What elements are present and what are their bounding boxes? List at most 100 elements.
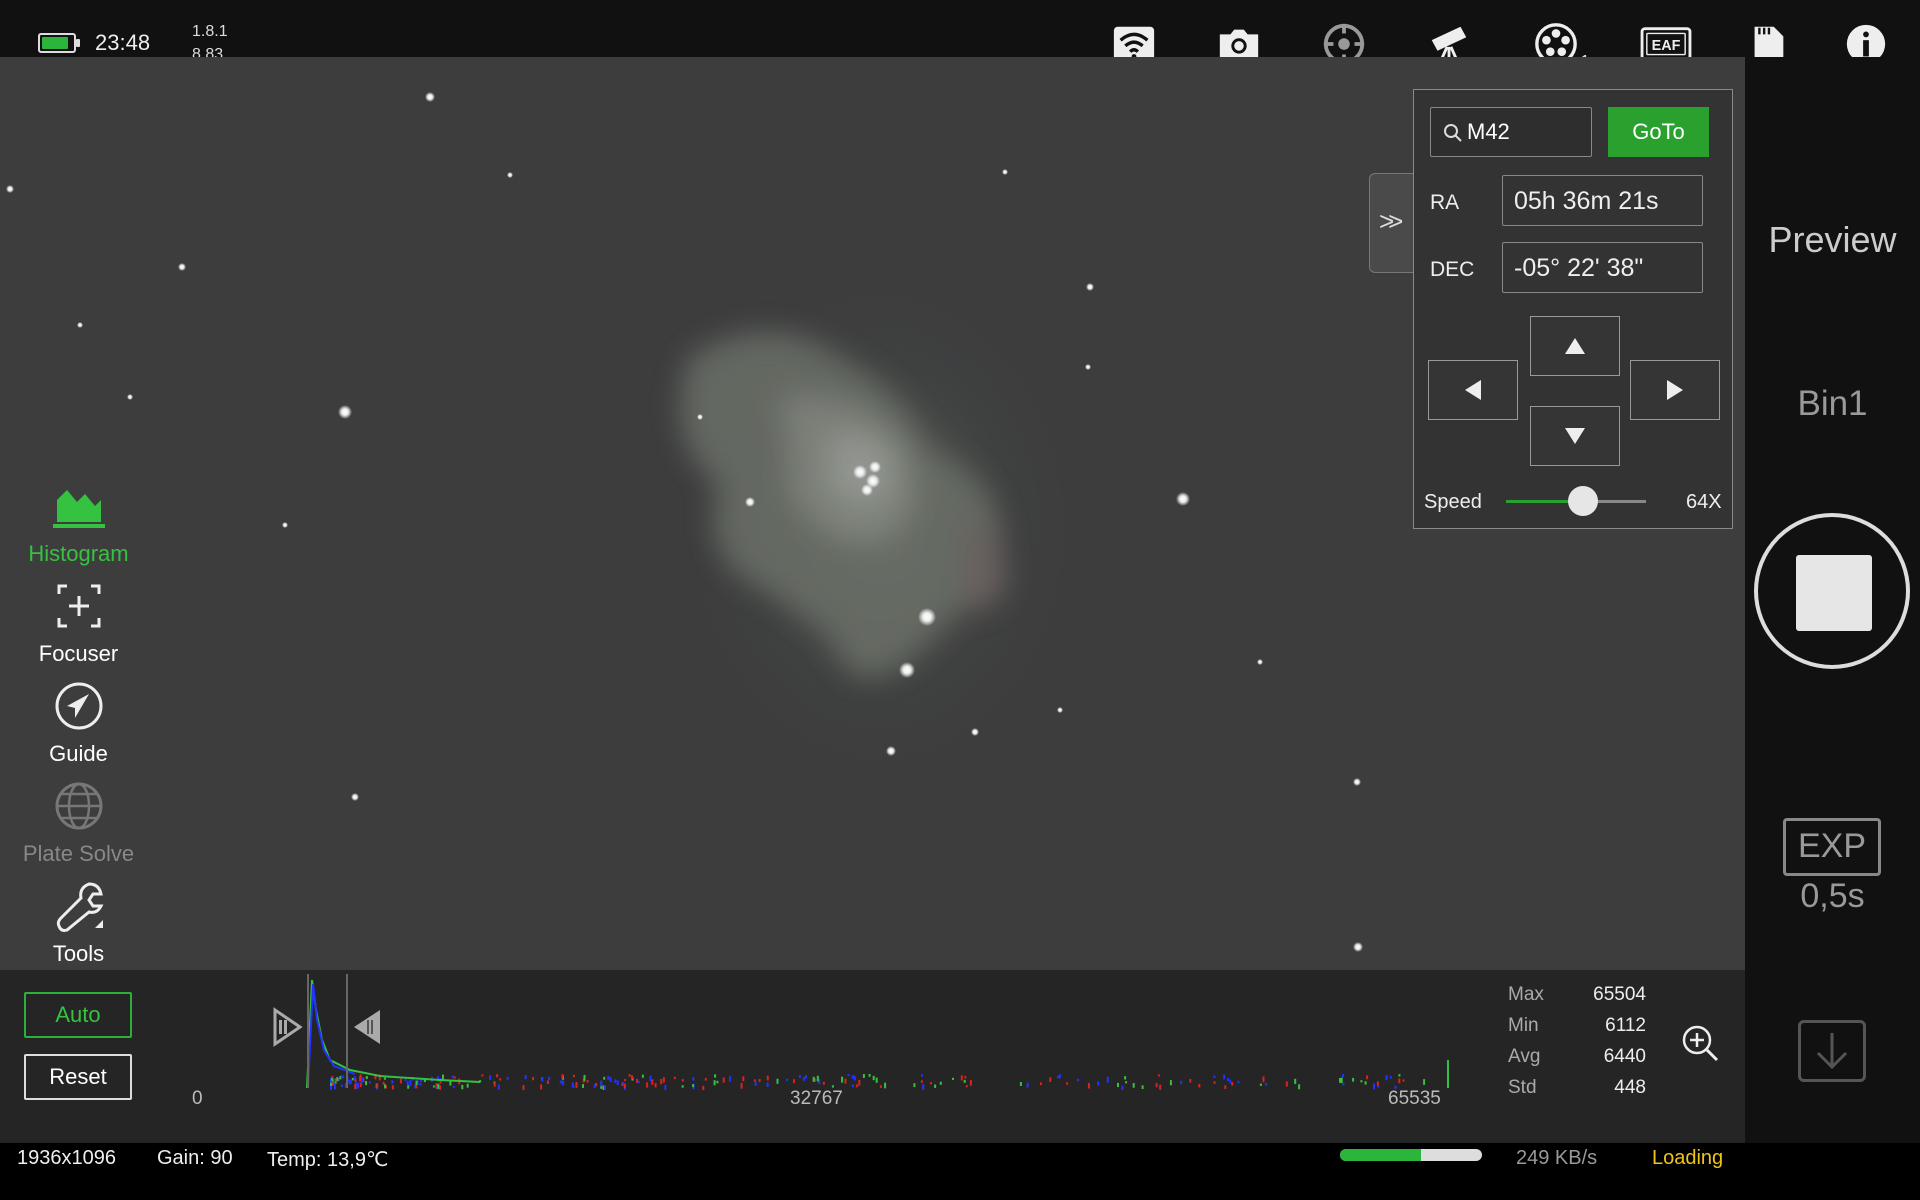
histogram-icon	[52, 490, 105, 528]
histogram-bin	[1026, 1082, 1029, 1088]
histogram-bin	[1057, 1075, 1060, 1079]
histogram-bin	[766, 1075, 769, 1081]
histogram-bin	[713, 1080, 716, 1086]
histogram-bin	[1237, 1080, 1240, 1084]
histogram-bin	[692, 1077, 695, 1081]
histogram-bin	[365, 1081, 368, 1086]
histogram-bin	[616, 1080, 619, 1086]
histogram-bin	[548, 1076, 551, 1081]
histogram-bin	[754, 1081, 757, 1086]
star	[1353, 778, 1361, 786]
dec-field[interactable]: -05° 22' 38"	[1502, 242, 1703, 293]
goto-button[interactable]: GoTo	[1608, 107, 1709, 157]
histogram-bin	[439, 1085, 442, 1090]
histogram-bin	[805, 1075, 807, 1079]
star	[1057, 707, 1063, 713]
hist-axis-mid: 32767	[790, 1088, 843, 1109]
histogram-bin	[939, 1081, 942, 1085]
histogram-bin	[333, 1083, 336, 1090]
histogram-bin	[354, 1084, 357, 1090]
star	[1086, 283, 1094, 291]
histogram-bin	[1398, 1074, 1401, 1077]
speed-slider-handle[interactable]	[1568, 486, 1598, 516]
histogram-bin	[409, 1080, 412, 1087]
speed-label: Speed	[1424, 491, 1482, 513]
histogram-bin	[851, 1074, 854, 1079]
speed-slider[interactable]	[1506, 486, 1646, 516]
star	[861, 484, 873, 496]
menu-histogram[interactable]: Histogram	[0, 478, 157, 567]
wrench-icon	[56, 882, 103, 932]
target-search-input[interactable]	[1467, 116, 1587, 148]
histogram-bin	[586, 1080, 589, 1083]
histogram-bin	[872, 1075, 875, 1081]
histogram-bin	[1298, 1084, 1301, 1090]
histogram-bin	[452, 1086, 455, 1089]
bin-setting[interactable]: Bin1	[1745, 384, 1920, 424]
collapse-panel-button[interactable]: >>	[1369, 173, 1414, 273]
arrow-right-icon	[1667, 380, 1683, 400]
download-button[interactable]	[1798, 1020, 1866, 1082]
histogram-bin	[351, 1077, 354, 1081]
stat-avg-value: 6440	[1603, 1046, 1646, 1067]
zoom-in-icon[interactable]	[1680, 1023, 1720, 1063]
histogram-bin	[862, 1074, 865, 1078]
histogram-panel: Auto Reset 0 32767 65535 Max 65504 Min 6…	[0, 970, 1745, 1143]
menu-label-plate-solve: Plate Solve	[22, 841, 135, 866]
star	[869, 461, 881, 473]
histogram-bin	[407, 1085, 410, 1089]
histogram-bin	[368, 1081, 371, 1084]
arrow-down-icon	[1565, 428, 1585, 444]
star	[899, 662, 915, 678]
menu-guide[interactable]: Guide	[0, 678, 157, 767]
menu-focuser[interactable]: Focuser	[0, 578, 157, 667]
histogram-bin	[582, 1084, 584, 1088]
histogram-bin	[1385, 1077, 1388, 1080]
histogram-bin	[1121, 1085, 1124, 1090]
stat-min-value: 6112	[1605, 1015, 1646, 1036]
histogram-bin	[406, 1080, 409, 1086]
histogram-bin	[383, 1077, 386, 1080]
histogram-bin	[637, 1080, 640, 1084]
mode-preview[interactable]: Preview	[1745, 219, 1920, 261]
black-point-handle[interactable]	[273, 1007, 303, 1047]
histogram-bin	[1141, 1085, 1144, 1090]
ra-field[interactable]: 05h 36m 21s	[1502, 175, 1703, 226]
histogram-bin	[1389, 1076, 1392, 1079]
histogram-bin	[965, 1085, 968, 1088]
move-north-button[interactable]	[1530, 316, 1620, 376]
clock: 23:48	[95, 30, 151, 55]
target-search-field[interactable]	[1430, 107, 1592, 157]
histogram-bin	[716, 1080, 719, 1084]
reset-stretch-button[interactable]: Reset	[24, 1054, 132, 1100]
histogram-bin	[572, 1074, 575, 1078]
white-point-handle[interactable]	[354, 1010, 380, 1044]
auto-stretch-button[interactable]: Auto	[24, 992, 132, 1038]
histogram-bin	[532, 1077, 535, 1081]
move-south-button[interactable]	[1530, 406, 1620, 466]
histogram-bin	[391, 1080, 394, 1084]
star	[507, 172, 513, 178]
arrow-left-icon	[1465, 380, 1481, 400]
histogram-bin	[1259, 1083, 1262, 1086]
stop-capture-button[interactable]	[1754, 513, 1910, 669]
menu-label-histogram: Histogram	[28, 541, 129, 566]
histogram-bin	[704, 1078, 707, 1081]
menu-plate-solve[interactable]: Plate Solve	[0, 778, 157, 867]
histogram-bin	[851, 1084, 854, 1088]
move-east-button[interactable]	[1630, 360, 1720, 420]
histogram-bin	[879, 1085, 882, 1088]
move-west-button[interactable]	[1428, 360, 1518, 420]
histogram-bin	[740, 1083, 743, 1089]
histogram-graph[interactable]	[180, 970, 1460, 1090]
star	[351, 793, 359, 801]
histogram-bin	[1124, 1076, 1127, 1080]
histogram-bin	[341, 1084, 343, 1087]
histogram-bin	[437, 1083, 440, 1089]
menu-tools[interactable]: Tools	[0, 878, 157, 967]
exposure-button[interactable]: EXP	[1783, 818, 1881, 876]
app-version: 1.8.1	[192, 23, 228, 40]
histogram-bin	[858, 1080, 861, 1086]
exposure-value[interactable]: 0,5s	[1745, 877, 1920, 916]
dec-label: DEC	[1430, 258, 1475, 281]
